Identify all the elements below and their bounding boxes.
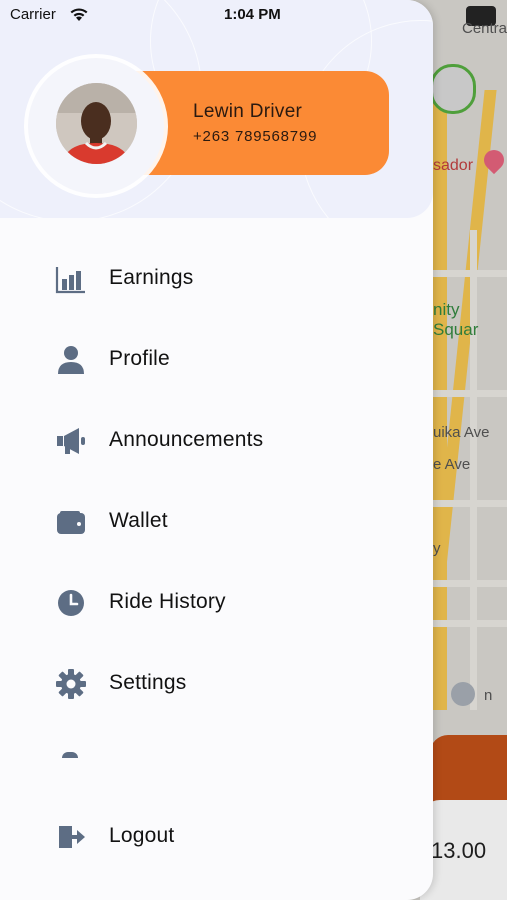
menu-label-logout: Logout xyxy=(109,824,175,847)
menu-item-ride-history[interactable]: Ride History xyxy=(0,572,433,632)
side-drawer: Lewin Driver +263 789568799 Earnings Pro… xyxy=(0,0,433,900)
map-label: e Ave xyxy=(433,456,471,473)
menu-label-wallet: Wallet xyxy=(109,509,168,532)
menu-item-logout[interactable]: Logout xyxy=(0,806,433,866)
menu-item-earnings[interactable]: Earnings xyxy=(0,248,433,308)
user-name: Lewin Driver xyxy=(193,101,303,122)
clock-icon xyxy=(58,590,84,616)
megaphone-icon xyxy=(57,428,85,454)
wallet-icon xyxy=(57,511,85,534)
wifi-icon xyxy=(70,8,88,21)
clock-time: 1:04 PM xyxy=(224,6,281,23)
menu-item-announcements[interactable]: Announcements xyxy=(0,410,433,470)
bar-chart-icon xyxy=(55,267,85,294)
menu-label-earnings: Earnings xyxy=(109,266,194,289)
online-toggle[interactable] xyxy=(430,64,476,114)
user-phone: +263 789568799 xyxy=(193,128,318,145)
map-label: nity Squar xyxy=(433,300,479,339)
menu-item-profile[interactable]: Profile xyxy=(0,329,433,389)
compass-icon[interactable] xyxy=(451,682,475,706)
map-label: y xyxy=(433,540,441,557)
map-label: sador xyxy=(433,157,474,174)
menu-item-wallet[interactable]: Wallet xyxy=(0,491,433,551)
menu-item-settings[interactable]: Settings xyxy=(0,653,433,713)
avatar-photo xyxy=(56,83,137,164)
gear-icon xyxy=(56,669,86,699)
menu-label-settings: Settings xyxy=(109,671,187,694)
map-label: uika Ave xyxy=(433,424,490,441)
logout-icon xyxy=(59,826,85,848)
avatar[interactable] xyxy=(56,83,137,164)
status-bar: Carrier 1:04 PM xyxy=(0,0,507,32)
person-icon xyxy=(58,346,84,374)
map-label: n xyxy=(484,687,493,704)
menu-label-profile: Profile xyxy=(109,347,170,370)
menu-label-announcements: Announcements xyxy=(109,428,264,451)
menu-label-ride-history: Ride History xyxy=(109,590,226,613)
fare-amount: 13.00 xyxy=(431,838,487,863)
carrier-label: Carrier xyxy=(10,6,56,23)
drawer-header: Lewin Driver +263 789568799 xyxy=(0,0,433,218)
scroll-peek-icon xyxy=(62,752,78,758)
